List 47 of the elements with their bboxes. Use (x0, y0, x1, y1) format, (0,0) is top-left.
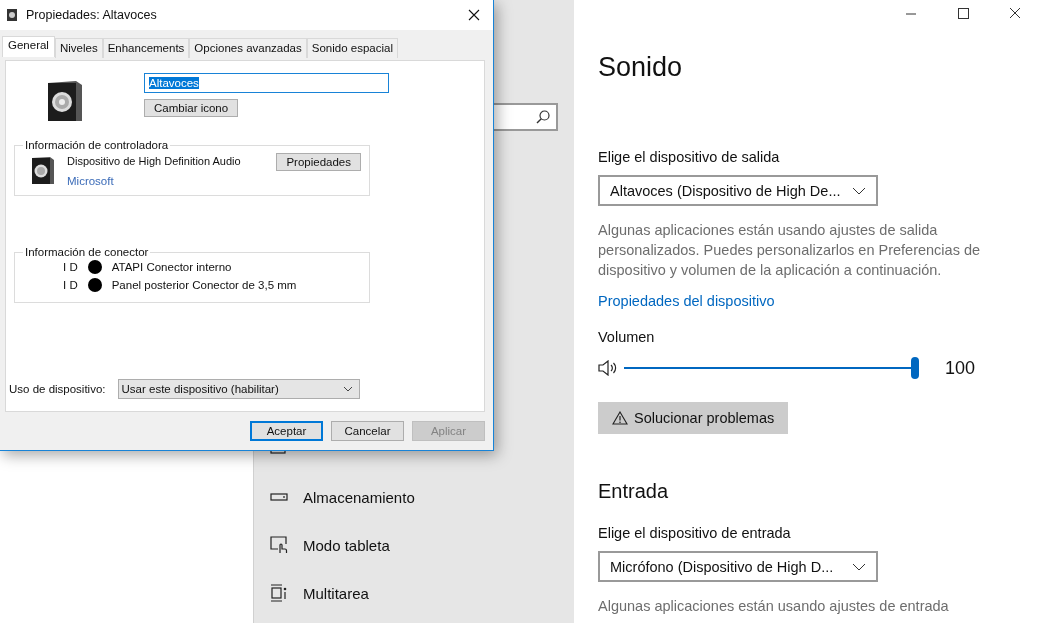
tab[interactable]: Niveles (54, 38, 103, 58)
description-text: Algunas aplicaciones están usando ajustes de entrada (598, 597, 950, 616)
field-label: Elige el dispositivo de entrada (598, 525, 792, 541)
connector-name: Panel posterior Conector de 3,5 mm (111, 279, 297, 291)
speaker-icon (29, 155, 55, 185)
tab[interactable]: General (2, 36, 55, 57)
ok-button[interactable]: Aceptar (250, 421, 323, 441)
chevron-down-icon (342, 386, 353, 392)
dialog-button[interactable]: Cancelar (331, 421, 404, 441)
device-properties-link[interactable]: Propiedades del dispositivo (598, 293, 775, 309)
nav-item[interactable]: Almacenamiento (270, 473, 558, 521)
speaker-icon (598, 360, 618, 376)
id-label: I D (63, 261, 78, 273)
device-name: Dispositivo de High Definition Audio (67, 155, 242, 167)
volume-label: Volumen (598, 329, 656, 345)
chevron-down-icon (852, 562, 866, 571)
properties-button[interactable]: Propiedades (276, 153, 361, 171)
field-label: Elige el dispositivo de salida (598, 149, 781, 165)
group-title: Información de controladora (24, 139, 170, 151)
input-device-dropdown[interactable]: Micrófono (Dispositivo de High D... (598, 551, 878, 582)
nav-item[interactable]: Multitarea (270, 569, 558, 617)
group-title: Información de conector (24, 246, 150, 258)
device-usage-dropdown[interactable]: Usar este dispositivo (habilitar) (117, 379, 360, 399)
tab[interactable]: Sonido espacial (306, 38, 398, 58)
description-text: Algunas aplicaciones están usando ajustes de salida personalizados. Puedes personalizarlos en Preferencias de dispositivo y volumen de la aplicación a continuación. (598, 221, 982, 280)
page-title: Sonido (598, 52, 684, 83)
tablet-touch-icon (270, 536, 288, 554)
id-label: I D (63, 279, 78, 291)
warning-icon (612, 411, 628, 425)
field-label: Uso de dispositivo: (9, 383, 106, 395)
close-button[interactable] (467, 8, 481, 22)
change-icon-button[interactable]: Cambiar icono (144, 99, 239, 117)
tab[interactable]: Enhancements (102, 38, 190, 58)
output-device-dropdown[interactable]: Altavoces (Dispositivo de High De... (598, 175, 878, 206)
vendor-name: Microsoft (67, 175, 115, 187)
nav-item[interactable]: Modo tableta (270, 521, 558, 569)
speaker-icon (6, 8, 18, 22)
window-title: Propiedades: Altavoces (26, 8, 158, 22)
name-field[interactable]: Altavoces (144, 73, 389, 93)
multitask-icon (270, 584, 288, 602)
connector-name: ATAPI Conector interno (111, 261, 232, 273)
section-heading: Entrada (598, 480, 670, 503)
tab[interactable]: Opciones avanzadas (189, 38, 307, 58)
chevron-down-icon (852, 186, 866, 195)
search-icon (536, 110, 550, 124)
troubleshoot-button[interactable]: Solucionar problemas (598, 402, 789, 434)
volume-value: 100 (945, 357, 976, 379)
